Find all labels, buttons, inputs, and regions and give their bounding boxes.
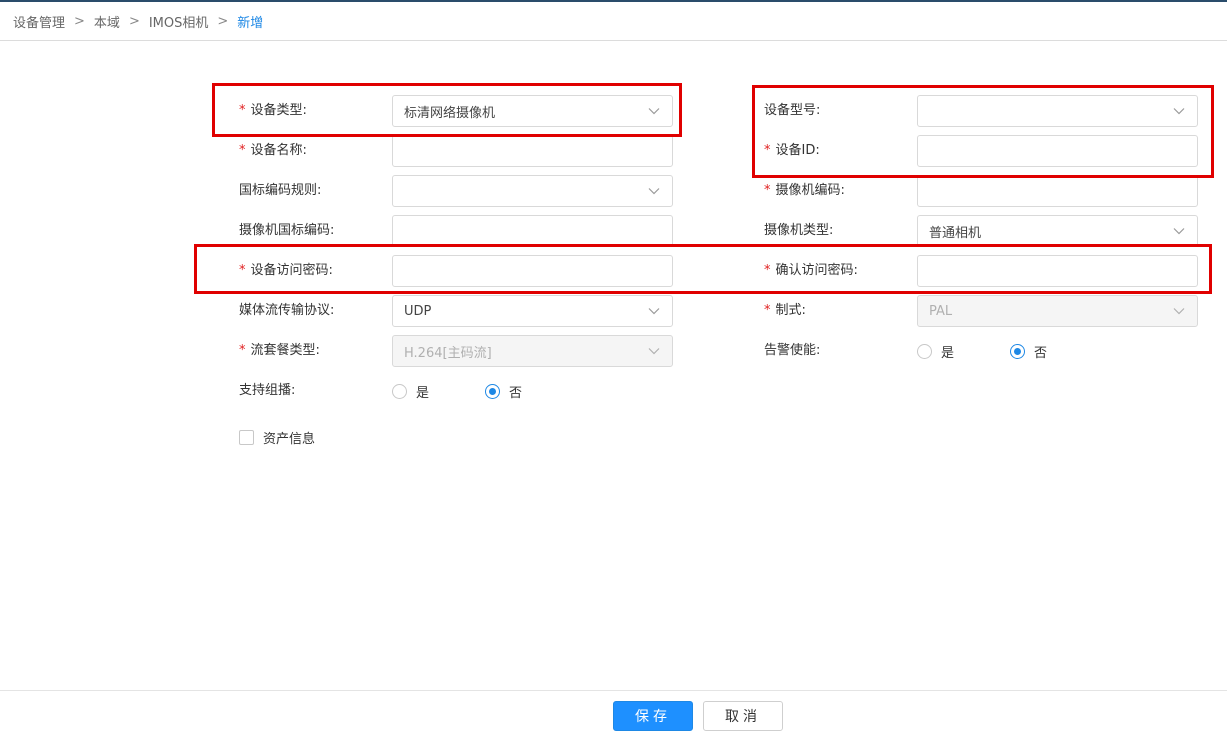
device-model-label: 设备型号: [764,103,821,118]
footer-divider [0,690,1227,691]
gb-code-rule-select[interactable] [392,175,673,207]
camera-code-field [917,175,1198,207]
multicast-radio-group: 是 否 [392,375,522,407]
device-type-label: * 设备类型: [239,103,307,118]
radio-circle [392,383,407,399]
multicast-no-radio[interactable]: 否 [485,382,522,401]
camera-type-label: 摄像机类型: [764,223,834,238]
chevron-down-icon [648,108,660,115]
radio-circle-checked [1010,343,1026,359]
confirm-password-input[interactable] [929,257,1186,285]
breadcrumb-imos-camera[interactable]: IMOS相机 [149,12,209,31]
alarm-enable-label: 告警使能: [764,343,821,358]
device-name-label: * 设备名称: [239,143,307,158]
chevron-down-icon [1173,308,1185,315]
breadcrumb: 设备管理 > 本域 > IMOS相机 > 新增 [13,12,264,31]
device-model-select[interactable] [917,95,1198,127]
confirm-password-label: * 确认访问密码: [764,263,858,278]
gb-code-rule-label: 国标编码规则: [239,183,322,198]
multicast-yes-radio[interactable]: 是 [392,382,429,401]
device-id-field [917,135,1198,167]
chevron-down-icon [648,348,660,355]
alarm-enable-yes-radio[interactable]: 是 [917,342,954,361]
breadcrumb-separator: > [74,13,85,29]
stream-protocol-select[interactable]: UDP [392,295,673,327]
device-id-input[interactable] [929,137,1186,165]
stream-protocol-value: UDP [404,303,432,319]
access-password-label: * 设备访问密码: [239,263,333,278]
video-standard-label: * 制式: [764,303,806,318]
stream-profile-select: H.264[主码流] [392,335,673,367]
breadcrumb-local-domain[interactable]: 本域 [94,12,120,31]
device-id-label: * 设备ID: [764,143,820,158]
camera-type-select[interactable]: 普通相机 [917,215,1198,247]
device-name-input[interactable] [404,137,661,165]
stream-profile-value: H.264[主码流] [404,345,492,361]
camera-gb-code-label: 摄像机国标编码: [239,223,335,238]
header-divider [0,40,1227,41]
breadcrumb-device-management[interactable]: 设备管理 [13,12,65,31]
breadcrumb-separator: > [217,13,229,29]
cancel-button[interactable]: 取消 [703,701,783,731]
camera-code-input[interactable] [929,177,1186,205]
access-password-input[interactable] [404,257,661,285]
video-standard-select: PAL [917,295,1198,327]
video-standard-value: PAL [929,303,953,319]
chevron-down-icon [1173,108,1185,115]
radio-circle [917,343,932,359]
top-border [0,0,1227,2]
device-name-field [392,135,673,167]
chevron-down-icon [648,308,660,315]
camera-type-value: 普通相机 [929,225,982,241]
camera-code-label: * 摄像机编码: [764,183,845,198]
alarm-enable-no-radio[interactable]: 否 [1010,342,1047,361]
confirm-password-field [917,255,1198,287]
breadcrumb-add-new: 新增 [237,15,264,31]
stream-protocol-label: 媒体流传输协议: [239,303,335,318]
stream-profile-label: * 流套餐类型: [239,343,320,358]
access-password-field [392,255,673,287]
breadcrumb-separator: > [128,13,140,29]
camera-gb-code-input[interactable] [404,217,661,245]
checkbox-box [239,429,254,445]
alarm-enable-radio-group: 是 否 [917,335,1047,367]
chevron-down-icon [648,188,660,195]
asset-info-checkbox[interactable]: 资产信息 [239,429,315,447]
radio-circle-checked [485,383,501,399]
chevron-down-icon [1173,228,1185,235]
device-type-value: 标清网络摄像机 [404,105,496,121]
camera-gb-code-field [392,215,673,247]
save-button[interactable]: 保存 [613,701,693,731]
multicast-label: 支持组播: [239,383,296,398]
device-type-select[interactable]: 标清网络摄像机 [392,95,673,127]
